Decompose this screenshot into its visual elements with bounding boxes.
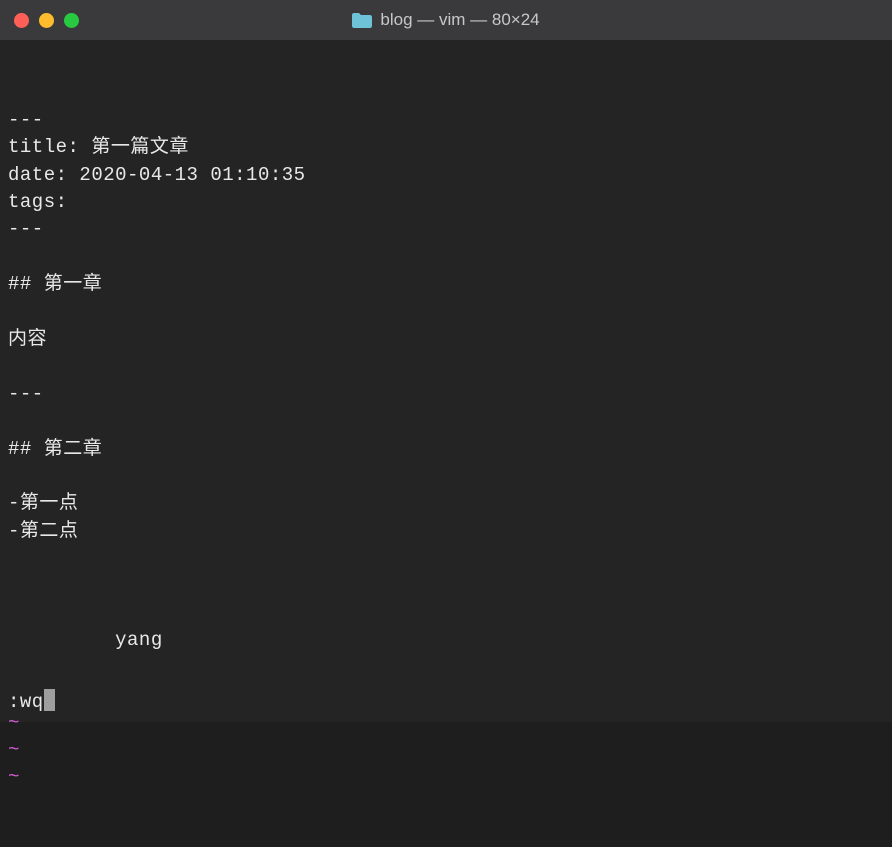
close-button[interactable] [14,13,29,28]
editor-line: tags: [8,189,892,216]
editor-line: 内容 [8,326,892,353]
editor-line: --- [8,107,892,134]
vim-tilde-line: ~ [8,764,892,791]
editor-line: -第二点 [8,518,892,545]
editor-line [8,299,892,326]
window-title: blog — vim — 80×24 [380,10,539,30]
editor-line [8,463,892,490]
window-title-container: blog — vim — 80×24 [0,10,892,30]
folder-icon [352,12,372,28]
editor-line [8,573,892,600]
editor-line [8,408,892,435]
vim-command-line[interactable]: :wq [8,689,884,716]
window-titlebar: blog — vim — 80×24 [0,0,892,40]
editor-line: ## 第一章 [8,271,892,298]
editor-line [8,244,892,271]
vim-tilde-line: ~ [8,737,892,764]
terminal-content[interactable]: ---title: 第一篇文章date: 2020-04-13 01:10:35… [0,40,892,722]
editor-line [8,353,892,380]
editor-line: --- [8,381,892,408]
command-text: :wq [8,691,44,713]
editor-line [8,545,892,572]
maximize-button[interactable] [64,13,79,28]
editor-line [8,600,892,627]
editor-line: title: 第一篇文章 [8,134,892,161]
editor-line: -第一点 [8,490,892,517]
cursor [44,689,55,711]
editor-line: date: 2020-04-13 01:10:35 [8,162,892,189]
traffic-lights [14,13,79,28]
minimize-button[interactable] [39,13,54,28]
editor-line: ## 第二章 [8,436,892,463]
editor-line: yang [8,627,892,654]
editor-line: --- [8,216,892,243]
